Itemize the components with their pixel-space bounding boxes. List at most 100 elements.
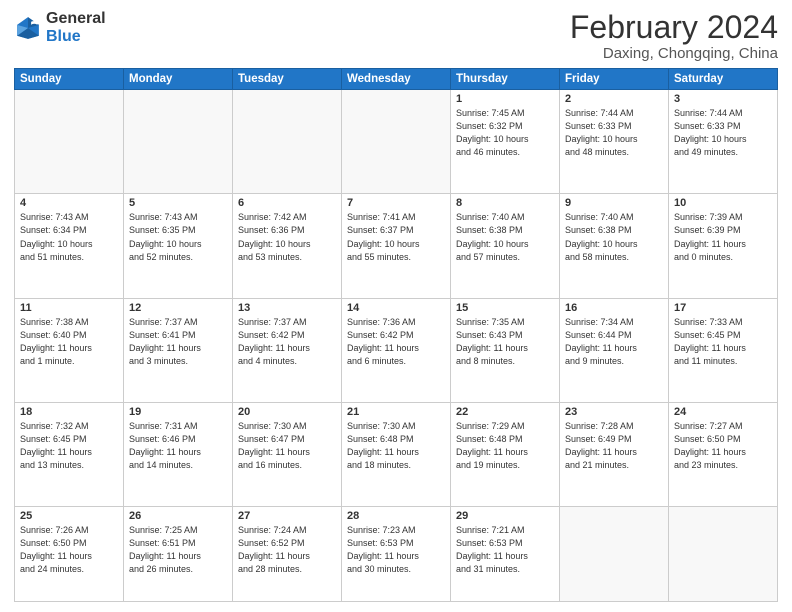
table-row: 1 Sunrise: 7:45 AM Sunset: 6:32 PM Daylig… (451, 90, 560, 194)
day-number: 5 (129, 197, 227, 209)
day-number: 8 (456, 197, 554, 209)
table-row: 5 Sunrise: 7:43 AM Sunset: 6:35 PM Daylig… (124, 194, 233, 298)
day-number: 29 (456, 510, 554, 522)
table-row (233, 90, 342, 194)
day-info: Sunrise: 7:30 AM Sunset: 6:47 PM Dayligh… (238, 420, 336, 472)
day-number: 24 (674, 406, 772, 418)
day-number: 3 (674, 93, 772, 105)
day-number: 1 (456, 93, 554, 105)
header-wednesday: Wednesday (342, 69, 451, 90)
day-info: Sunrise: 7:26 AM Sunset: 6:50 PM Dayligh… (20, 524, 118, 576)
table-row: 13 Sunrise: 7:37 AM Sunset: 6:42 PM Dayli… (233, 298, 342, 402)
day-info: Sunrise: 7:21 AM Sunset: 6:53 PM Dayligh… (456, 524, 554, 576)
table-row: 27Sunrise: 7:24 AM Sunset: 6:52 PM Dayli… (233, 507, 342, 602)
table-row: 28 Sunrise: 7:23 AM Sunset: 6:53 PM Dayli… (342, 507, 451, 602)
title-area: February 2024 Daxing, Chongqing, China (570, 10, 778, 62)
table-row (669, 507, 778, 602)
day-number: 25 (20, 510, 118, 522)
calendar-table: Sunday Monday Tuesday Wednesday Thursday… (14, 68, 778, 602)
day-info: Sunrise: 7:23 AM Sunset: 6:53 PM Dayligh… (347, 524, 445, 576)
day-number: 13 (238, 302, 336, 314)
table-row: 3 Sunrise: 7:44 AM Sunset: 6:33 PM Daylig… (669, 90, 778, 194)
day-info: Sunrise: 7:45 AM Sunset: 6:32 PM Dayligh… (456, 107, 554, 159)
day-number: 7 (347, 197, 445, 209)
day-info: Sunrise: 7:33 AM Sunset: 6:45 PM Dayligh… (674, 316, 772, 368)
day-info: Sunrise: 7:40 AM Sunset: 6:38 PM Dayligh… (565, 211, 663, 263)
day-number: 11 (20, 302, 118, 314)
day-number: 20 (238, 406, 336, 418)
day-info: Sunrise: 7:42 AM Sunset: 6:36 PM Dayligh… (238, 211, 336, 263)
table-row: 8 Sunrise: 7:40 AM Sunset: 6:38 PM Daylig… (451, 194, 560, 298)
table-row: 6 Sunrise: 7:42 AM Sunset: 6:36 PM Daylig… (233, 194, 342, 298)
table-row: 23 Sunrise: 7:28 AM Sunset: 6:49 PM Dayli… (560, 402, 669, 506)
day-number: 19 (129, 406, 227, 418)
day-info: Sunrise: 7:37 AM Sunset: 6:41 PM Dayligh… (129, 316, 227, 368)
day-info: Sunrise: 7:25 AM Sunset: 6:51 PM Dayligh… (129, 524, 227, 576)
table-row (15, 90, 124, 194)
day-info: Sunrise: 7:29 AM Sunset: 6:48 PM Dayligh… (456, 420, 554, 472)
calendar-header-row: Sunday Monday Tuesday Wednesday Thursday… (15, 69, 778, 90)
table-row: 10 Sunrise: 7:39 AM Sunset: 6:39 PM Dayli… (669, 194, 778, 298)
month-title: February 2024 (570, 10, 778, 45)
logo-icon (14, 14, 42, 42)
header-tuesday: Tuesday (233, 69, 342, 90)
table-row: 4Sunrise: 7:43 AM Sunset: 6:34 PM Daylig… (15, 194, 124, 298)
day-number: 23 (565, 406, 663, 418)
location-title: Daxing, Chongqing, China (570, 45, 778, 62)
table-row: 2 Sunrise: 7:44 AM Sunset: 6:33 PM Daylig… (560, 90, 669, 194)
table-row: 15Sunrise: 7:35 AM Sunset: 6:43 PM Dayli… (451, 298, 560, 402)
day-info: Sunrise: 7:40 AM Sunset: 6:38 PM Dayligh… (456, 211, 554, 263)
calendar-page: General Blue February 2024 Daxing, Chong… (0, 0, 792, 612)
day-number: 17 (674, 302, 772, 314)
day-number: 18 (20, 406, 118, 418)
day-info: Sunrise: 7:34 AM Sunset: 6:44 PM Dayligh… (565, 316, 663, 368)
table-row: 19Sunrise: 7:31 AM Sunset: 6:46 PM Dayli… (124, 402, 233, 506)
day-number: 2 (565, 93, 663, 105)
day-info: Sunrise: 7:36 AM Sunset: 6:42 PM Dayligh… (347, 316, 445, 368)
header-saturday: Saturday (669, 69, 778, 90)
table-row: 20 Sunrise: 7:30 AM Sunset: 6:47 PM Dayli… (233, 402, 342, 506)
day-info: Sunrise: 7:39 AM Sunset: 6:39 PM Dayligh… (674, 211, 772, 263)
table-row (560, 507, 669, 602)
day-info: Sunrise: 7:38 AM Sunset: 6:40 PM Dayligh… (20, 316, 118, 368)
table-row: 25 Sunrise: 7:26 AM Sunset: 6:50 PM Dayli… (15, 507, 124, 602)
header-friday: Friday (560, 69, 669, 90)
day-number: 26 (129, 510, 227, 522)
logo: General Blue (14, 10, 106, 45)
table-row: 11 Sunrise: 7:38 AM Sunset: 6:40 PM Dayli… (15, 298, 124, 402)
day-number: 27 (238, 510, 336, 522)
day-info: Sunrise: 7:44 AM Sunset: 6:33 PM Dayligh… (674, 107, 772, 159)
table-row (342, 90, 451, 194)
day-info: Sunrise: 7:43 AM Sunset: 6:35 PM Dayligh… (129, 211, 227, 263)
logo-text: General Blue (46, 10, 106, 45)
day-info: Sunrise: 7:32 AM Sunset: 6:45 PM Dayligh… (20, 420, 118, 472)
table-row: 17 Sunrise: 7:33 AM Sunset: 6:45 PM Dayli… (669, 298, 778, 402)
header-sunday: Sunday (15, 69, 124, 90)
table-row: 14 Sunrise: 7:36 AM Sunset: 6:42 PM Dayli… (342, 298, 451, 402)
table-row: 7 Sunrise: 7:41 AM Sunset: 6:37 PM Daylig… (342, 194, 451, 298)
day-info: Sunrise: 7:41 AM Sunset: 6:37 PM Dayligh… (347, 211, 445, 263)
day-number: 22 (456, 406, 554, 418)
table-row: 24 Sunrise: 7:27 AM Sunset: 6:50 PM Dayli… (669, 402, 778, 506)
day-number: 28 (347, 510, 445, 522)
day-number: 6 (238, 197, 336, 209)
day-info: Sunrise: 7:28 AM Sunset: 6:49 PM Dayligh… (565, 420, 663, 472)
header-monday: Monday (124, 69, 233, 90)
table-row: 9 Sunrise: 7:40 AM Sunset: 6:38 PM Daylig… (560, 194, 669, 298)
day-info: Sunrise: 7:37 AM Sunset: 6:42 PM Dayligh… (238, 316, 336, 368)
table-row (124, 90, 233, 194)
day-info: Sunrise: 7:44 AM Sunset: 6:33 PM Dayligh… (565, 107, 663, 159)
day-info: Sunrise: 7:27 AM Sunset: 6:50 PM Dayligh… (674, 420, 772, 472)
table-row: 12Sunrise: 7:37 AM Sunset: 6:41 PM Dayli… (124, 298, 233, 402)
header-thursday: Thursday (451, 69, 560, 90)
day-info: Sunrise: 7:30 AM Sunset: 6:48 PM Dayligh… (347, 420, 445, 472)
day-info: Sunrise: 7:35 AM Sunset: 6:43 PM Dayligh… (456, 316, 554, 368)
table-row: 22 Sunrise: 7:29 AM Sunset: 6:48 PM Dayli… (451, 402, 560, 506)
day-number: 16 (565, 302, 663, 314)
logo-general: General (46, 10, 106, 28)
day-number: 9 (565, 197, 663, 209)
table-row: 26 Sunrise: 7:25 AM Sunset: 6:51 PM Dayli… (124, 507, 233, 602)
day-number: 14 (347, 302, 445, 314)
day-number: 4 (20, 197, 118, 209)
day-number: 10 (674, 197, 772, 209)
